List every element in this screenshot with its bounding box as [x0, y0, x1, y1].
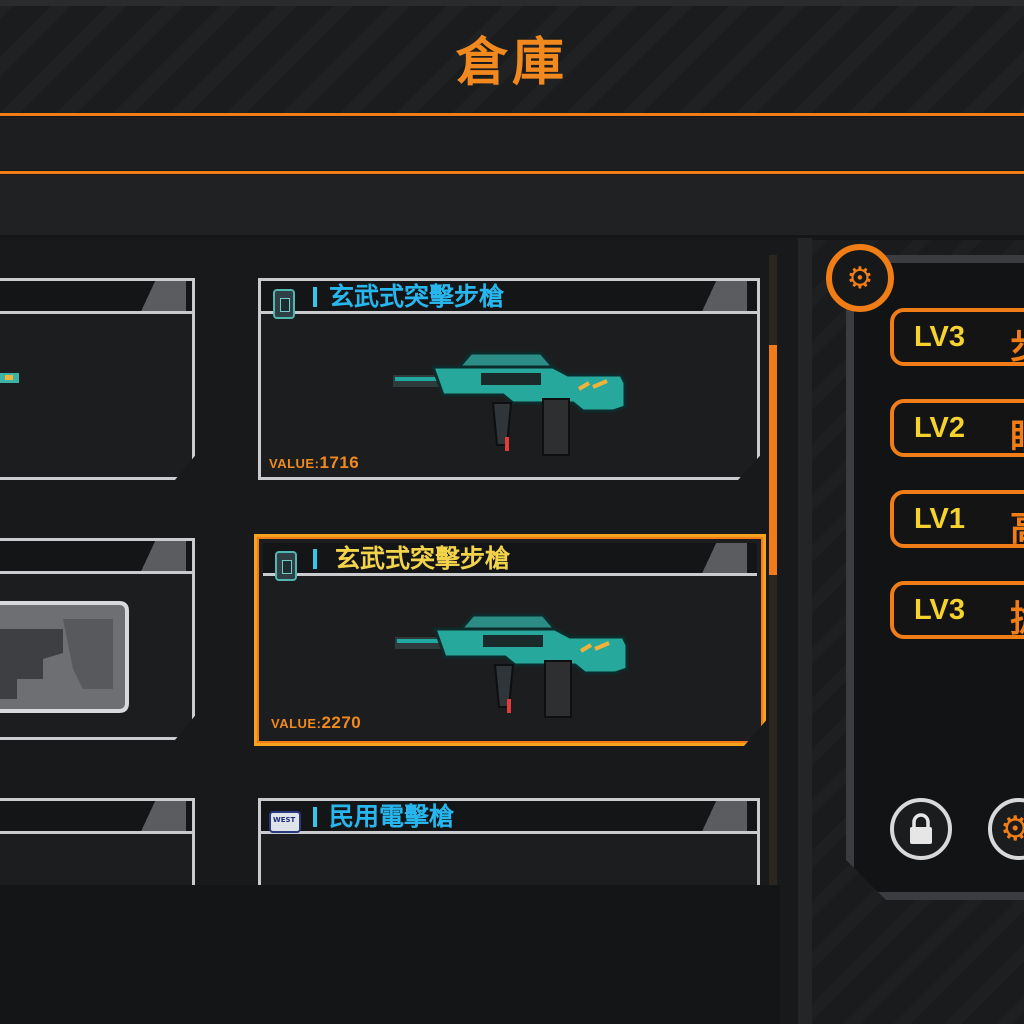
skill-row[interactable]: LV1 高 [890, 490, 1024, 551]
scrollbar-thumb[interactable] [769, 345, 777, 575]
lock-icon [910, 813, 932, 844]
skill-row[interactable]: LV3 步 [890, 308, 1024, 369]
skill-name: 高 [1010, 499, 1024, 551]
name-marker [313, 287, 317, 307]
weapon-image [0, 369, 23, 389]
item-name: 玄武式突擊步槍 [335, 544, 511, 573]
name-marker [313, 807, 317, 827]
value-amount: 1716 [319, 453, 360, 472]
skill-name: 眼 [1010, 408, 1024, 460]
name-marker [313, 549, 317, 569]
item-value: VALUE:1716 [269, 453, 359, 473]
inventory-card-partial[interactable] [0, 538, 195, 740]
value-label: VALUE: [271, 716, 322, 731]
header-stripe [136, 801, 186, 831]
page-title: 倉庫 [455, 33, 568, 93]
header-stripe [697, 281, 747, 311]
skill-name: 步 [1010, 317, 1024, 369]
skill-row[interactable]: LV3 搶 [890, 581, 1024, 642]
rarity-badge-icon [273, 289, 295, 319]
card-header [0, 281, 192, 314]
header-stripe [697, 801, 747, 831]
skill-level: LV3 [914, 594, 966, 626]
rarity-badge-icon [275, 551, 297, 581]
header-divider [0, 113, 1024, 116]
assault-rifle-image [393, 347, 633, 457]
filter-divider [0, 171, 1024, 174]
value-label: VALUE: [269, 456, 320, 471]
toolbar-strip [0, 175, 1024, 235]
card-header [0, 541, 192, 574]
header-stripe [136, 541, 186, 571]
item-name: 玄武式突擊步槍 [329, 282, 505, 311]
skill-level: LV2 [914, 412, 966, 444]
header-stripe [136, 281, 186, 311]
skill-row[interactable]: LV2 眼 [890, 399, 1024, 460]
skill-name: 搶 [1010, 590, 1024, 642]
value-amount: 2270 [321, 713, 362, 732]
header-stripe [697, 543, 747, 573]
skill-level: LV3 [914, 321, 966, 353]
brand-badge-icon [269, 811, 301, 833]
filter-bar [0, 117, 1024, 170]
title-bar: 倉庫 [0, 0, 1024, 114]
list-footer [0, 885, 780, 1024]
armor-plate-image [0, 599, 133, 719]
window-top-edge [0, 0, 1024, 6]
inventory-card[interactable]: 玄武式突擊步槍 VALUE:1716 [258, 278, 760, 480]
inventory-card-partial[interactable] [0, 278, 195, 480]
skill-level: LV1 [914, 503, 966, 535]
item-name: 民用電擊槍 [329, 802, 455, 831]
card-header [0, 801, 192, 834]
item-value: VALUE:2270 [271, 713, 361, 733]
gear-icon: ⚙ [1000, 809, 1024, 849]
gear-icon: ⚙ [826, 244, 894, 312]
panel-divider [798, 238, 812, 1024]
inventory-card-selected[interactable]: 玄武式突擊步槍 VALUE:2270 [254, 534, 766, 746]
assault-rifle-image [395, 609, 635, 719]
lock-button[interactable] [890, 798, 952, 860]
